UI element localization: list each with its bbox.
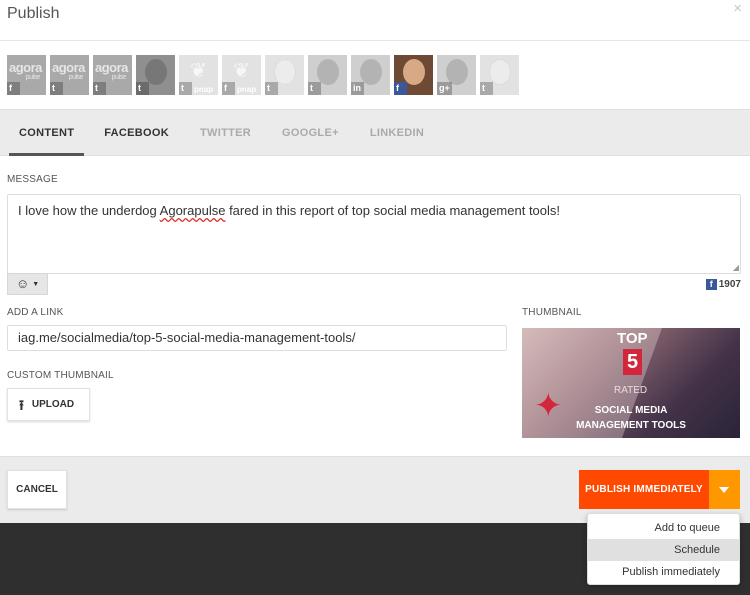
thumbnail-line-rated: RATED xyxy=(614,385,648,396)
network-badge-icon: t xyxy=(179,82,192,95)
profile-avatar[interactable]: t xyxy=(480,55,519,95)
upload-icon: ⭱ xyxy=(19,396,24,413)
brand-label: pnap xyxy=(194,85,214,94)
message-misspelled-word: Agorapulse xyxy=(159,203,226,218)
brand-name: agora xyxy=(95,60,128,75)
feather-logo-icon: ❦ xyxy=(190,60,207,82)
upload-label: UPLOAD xyxy=(31,399,75,410)
resize-handle-icon[interactable]: ◢ xyxy=(733,263,739,273)
tab-facebook[interactable]: FACEBOOK xyxy=(104,110,169,156)
network-badge-icon: t xyxy=(93,82,106,95)
char-count: 1907 xyxy=(718,279,741,290)
brand-sub: pulse xyxy=(111,74,127,81)
network-badge-icon: in xyxy=(351,82,364,95)
network-badge-icon: f xyxy=(7,82,20,95)
smiley-icon: ☺ xyxy=(16,276,30,291)
profile-avatar[interactable]: ❦ pnap f xyxy=(222,55,261,95)
brand-sub: pulse xyxy=(68,74,84,81)
network-badge-icon: t xyxy=(136,82,149,95)
thumbnail-image: ✦ TOP 5 RATED SOCIAL MEDIA MANAGEMENT TO… xyxy=(522,328,740,438)
dialog-title: Publish xyxy=(7,5,60,22)
header-divider xyxy=(0,40,750,41)
facebook-char-counter: f 1907 xyxy=(705,279,741,290)
thumbnail-label: THUMBNAIL xyxy=(522,307,582,318)
message-text-after: fared in this report of top social media… xyxy=(225,203,561,218)
tab-content[interactable]: CONTENT xyxy=(9,110,85,156)
brand-sub: pulse xyxy=(25,74,41,81)
brand-logo: agora pulse xyxy=(9,61,42,81)
profile-avatar[interactable]: agora pulse f xyxy=(7,55,46,95)
menu-item-add-to-queue[interactable]: Add to queue xyxy=(588,517,739,539)
brand-label: pnap xyxy=(237,85,257,94)
profile-avatar[interactable]: t xyxy=(136,55,175,95)
profile-avatar[interactable]: f xyxy=(394,55,433,95)
thumbnail-number: 5 xyxy=(623,349,642,375)
network-badge-icon: t xyxy=(50,82,63,95)
link-input[interactable]: iag.me/socialmedia/top-5-social-media-ma… xyxy=(7,325,507,351)
profile-avatar[interactable]: g+ xyxy=(437,55,476,95)
network-badge-icon: t xyxy=(265,82,278,95)
message-text-before: I love how the underdog xyxy=(18,203,160,218)
profile-avatar[interactable]: ❦ pnap t xyxy=(179,55,218,95)
profile-avatar[interactable]: t xyxy=(265,55,304,95)
profile-avatar[interactable]: agora pulse t xyxy=(93,55,132,95)
emoji-picker-button[interactable]: ☺ ▼ xyxy=(7,273,48,295)
brand-logo: agora pulse xyxy=(52,61,85,81)
network-badge-icon: f xyxy=(394,82,407,95)
close-icon[interactable]: × xyxy=(733,0,742,17)
facebook-icon: f xyxy=(705,279,717,290)
message-textarea[interactable]: I love how the underdog Agorapulse fared… xyxy=(7,194,741,274)
profile-avatar[interactable]: t xyxy=(308,55,347,95)
profile-avatar[interactable]: agora pulse t xyxy=(50,55,89,95)
profile-avatar-list: agora pulse f agora pulse t agora pulse t t ❦ pnap t… xyxy=(7,55,519,95)
thumbnail-line-social-media: SOCIAL MEDIA xyxy=(594,405,668,416)
tab-bar: CONTENT FACEBOOK TWITTER GOOGLE+ LINKEDIN xyxy=(0,109,750,156)
thumbnail-line-top: TOP xyxy=(617,330,648,347)
publish-immediately-button[interactable]: PUBLISH IMMEDIATELY xyxy=(579,470,709,509)
menu-item-publish-immediately[interactable]: Publish immediately xyxy=(588,561,739,583)
tab-google[interactable]: GOOGLE+ xyxy=(282,110,339,156)
network-badge-icon: g+ xyxy=(437,82,452,95)
caret-down-icon: ▼ xyxy=(32,280,40,288)
caret-down-icon xyxy=(719,487,729,493)
publish-options-menu: Add to queue Schedule Publish immediately xyxy=(587,513,740,585)
upload-button[interactable]: ⭱ UPLOAD xyxy=(7,388,90,421)
profile-avatar[interactable]: in xyxy=(351,55,390,95)
add-link-label: ADD A LINK xyxy=(7,307,64,318)
publish-options-toggle[interactable] xyxy=(709,470,740,509)
network-badge-icon: f xyxy=(222,82,235,95)
tab-twitter[interactable]: TWITTER xyxy=(200,110,251,156)
custom-thumbnail-label: CUSTOM THUMBNAIL xyxy=(7,370,114,381)
feather-logo-icon: ❦ xyxy=(233,60,250,82)
brand-name: agora xyxy=(52,60,85,75)
message-label: MESSAGE xyxy=(7,174,58,185)
brand-name: agora xyxy=(9,60,42,75)
network-badge-icon: t xyxy=(480,82,493,95)
thumbnail-line-management-tools: MANAGEMENT TOOLS xyxy=(576,420,686,431)
brand-logo: agora pulse xyxy=(95,61,128,81)
tab-linkedin[interactable]: LINKEDIN xyxy=(370,110,424,156)
cancel-button[interactable]: CANCEL xyxy=(7,470,67,509)
network-badge-icon: t xyxy=(308,82,321,95)
menu-item-schedule[interactable]: Schedule xyxy=(588,539,739,561)
